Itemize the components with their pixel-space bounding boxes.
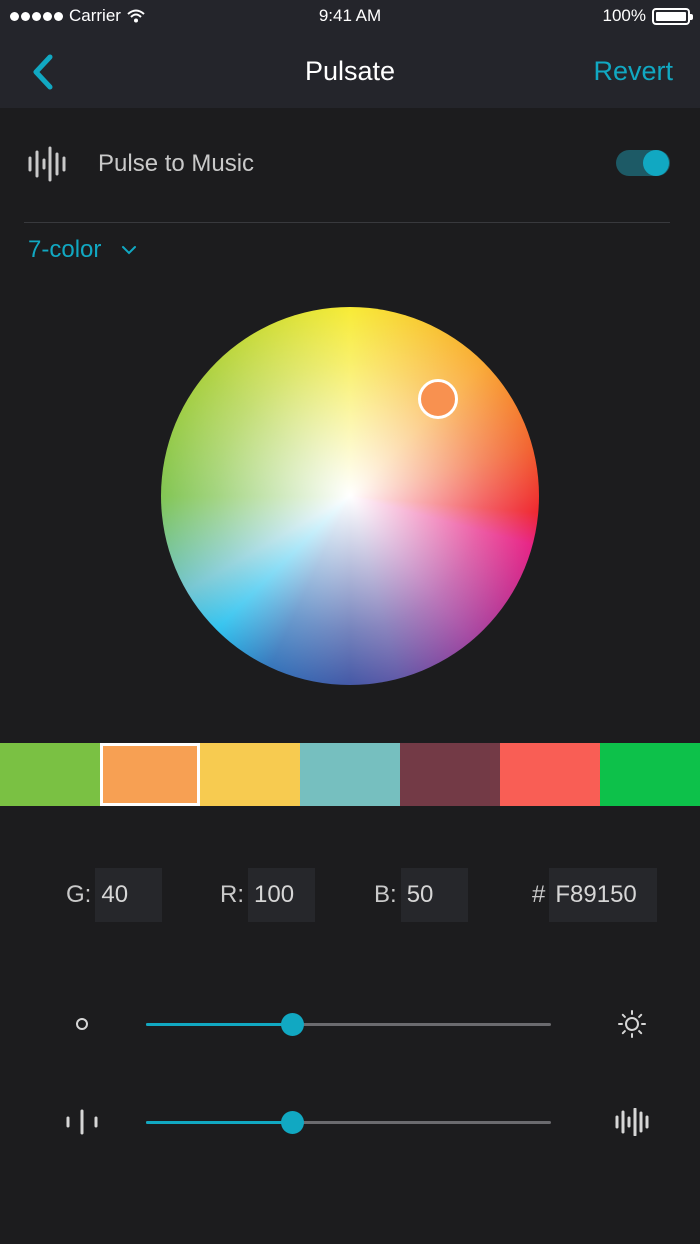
color-swatch[interactable] [500,743,600,806]
slider-fill [146,1121,292,1124]
rgb-inputs: G: R: B: # [0,868,700,922]
status-bar: Carrier 9:41 AM 100% [0,0,700,34]
color-swatch[interactable] [0,743,100,806]
color-wheel-handle[interactable] [418,379,458,419]
blue-input[interactable] [400,868,468,922]
back-button[interactable] [26,50,66,94]
red-label: R: [220,881,244,908]
large-waveform-icon [608,1106,656,1138]
color-mode-label: 7-color [28,236,102,263]
blue-group: B: [374,868,468,922]
color-swatch[interactable] [100,743,200,806]
color-swatch[interactable] [300,743,400,806]
color-swatches [0,743,700,806]
chevron-left-icon [33,54,53,90]
hex-input[interactable] [549,868,658,922]
color-wheel-container [161,307,539,685]
color-wheel[interactable] [161,307,539,685]
brightness-slider-thumb[interactable] [280,1013,304,1036]
green-label: G: [66,881,92,908]
color-mode-dropdown[interactable]: 7-color [28,236,137,264]
battery-icon [652,7,693,25]
toggle-knob [643,150,669,176]
color-swatch[interactable] [400,743,500,806]
status-right: 100% [602,6,693,26]
status-time: 9:41 AM [318,6,382,25]
blue-label: B: [374,881,397,908]
brightness-slider[interactable] [146,1013,551,1036]
nav-bar: Pulsate Revert [0,34,700,108]
sun-icon [608,1008,656,1040]
revert-button[interactable]: Revert [593,56,673,87]
green-group: G: [66,868,163,922]
red-input[interactable] [248,868,315,922]
pulse-to-music-row: Pulse to Music [0,108,700,222]
brightness-slider-row [0,1004,700,1044]
battery-percent: 100% [602,6,646,25]
dim-circle-icon [60,1008,104,1040]
pulse-intensity-slider-row [0,1102,700,1142]
pulse-to-music-label: Pulse to Music [98,150,255,177]
pulse-intensity-slider[interactable] [146,1111,551,1134]
chevron-down-icon [122,246,137,255]
pulse-to-music-toggle[interactable] [616,150,670,176]
pulse-intensity-slider-thumb[interactable] [280,1111,304,1134]
red-group: R: [220,868,315,922]
hex-label: # [532,881,546,908]
hex-group: # [532,868,658,922]
green-input[interactable] [95,868,163,922]
color-swatch[interactable] [200,743,300,806]
waveform-icon [28,146,66,182]
color-swatch[interactable] [600,743,700,806]
divider [24,222,670,223]
small-waveform-icon [60,1106,104,1138]
slider-fill [146,1023,292,1026]
